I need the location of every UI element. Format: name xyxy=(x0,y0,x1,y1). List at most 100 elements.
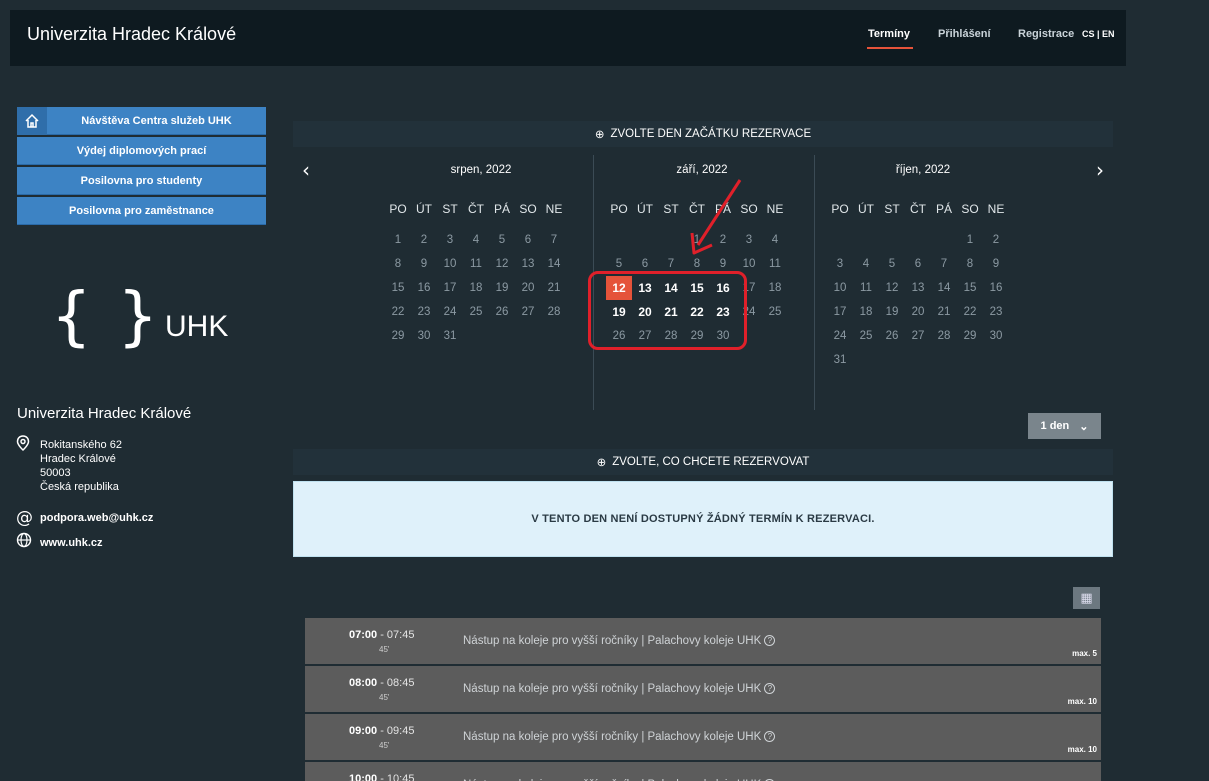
calendar-day: 1 xyxy=(966,234,974,246)
weekday-header: ST xyxy=(884,202,900,216)
slot-row[interactable]: 10:00 - 10:45Nástup na koleje pro vyšší … xyxy=(305,762,1101,781)
logo-text: UHK xyxy=(165,310,229,343)
calendar-day: 22 xyxy=(963,306,977,318)
calendar-day: 27 xyxy=(911,330,925,342)
slot-time: 07:00 - 07:45 xyxy=(349,629,415,641)
calendar-day: 6 xyxy=(914,258,922,270)
weekday-header: ÚT xyxy=(416,202,432,216)
site-brand[interactable]: Univerzita Hradec Králové xyxy=(27,24,236,45)
slot-title: Nástup na koleje pro vyšší ročníky | Pal… xyxy=(463,635,776,647)
calendar-day: 5 xyxy=(888,258,896,270)
calendar-day: 11 xyxy=(470,258,482,270)
calendar-day: 25 xyxy=(859,330,873,342)
weekday-header: NE xyxy=(987,202,1005,216)
weekday-header: ST xyxy=(442,202,458,216)
calendar-day: 7 xyxy=(940,258,948,270)
sidebar-item-vydej[interactable]: Výdej diplomových prací xyxy=(17,137,266,165)
weekday-header: PÁ xyxy=(493,202,510,216)
calendar-day: 9 xyxy=(992,258,1000,270)
help-circle-icon[interactable]: ? xyxy=(764,635,776,647)
nav-prihlaseni[interactable]: Přihlášení xyxy=(938,28,991,40)
slot-time: 10:00 - 10:45 xyxy=(349,773,415,781)
calendar-day: 2 xyxy=(992,234,1000,246)
location-pin-icon xyxy=(16,435,30,455)
globe-icon xyxy=(16,532,32,552)
arrow-circle-down-icon: ⊕ xyxy=(596,457,607,469)
calendar-day: 7 xyxy=(550,234,558,246)
calendar-day: 13 xyxy=(521,258,535,270)
calendar-day: 11 xyxy=(769,258,781,270)
home-icon[interactable] xyxy=(17,107,47,135)
calendar-day: 19 xyxy=(495,282,509,294)
slot-row[interactable]: 09:00 - 09:45 45' Nástup na koleje pro vyš… xyxy=(305,714,1101,760)
sidebar-item-navsteva[interactable]: Návštěva Centra služeb UHK xyxy=(17,107,266,135)
calendar-day: 22 xyxy=(391,306,405,318)
address: Rokitanského 62 Hradec Králové 50003 Čes… xyxy=(40,439,122,493)
slot-title: Nástup na koleje pro vyšší ročníky | Pal… xyxy=(463,683,776,695)
calendar-day: 29 xyxy=(963,330,977,342)
calendar-day: 19 xyxy=(885,306,899,318)
month-title-aug: srpen, 2022 xyxy=(450,164,512,176)
help-circle-icon[interactable]: ? xyxy=(764,683,776,695)
calendar-day: 14 xyxy=(937,282,951,294)
slot-duration: 45' xyxy=(379,645,390,654)
calendar-day: 21 xyxy=(547,282,561,294)
calendar-day: 14 xyxy=(547,258,561,270)
calendar-day: 4 xyxy=(771,234,779,246)
calendar-day: 11 xyxy=(860,282,872,294)
calendar-day: 3 xyxy=(446,234,454,246)
calendar-day: 10 xyxy=(833,282,847,294)
calendar-day: 25 xyxy=(768,306,782,318)
sidebar-item-posilovna-zamestnanci[interactable]: Posilovna pro zaměstnance xyxy=(17,197,266,225)
calendar-day: 15 xyxy=(963,282,977,294)
arrow-circle-down-icon: ⊕ xyxy=(594,129,605,141)
calendar-day: 6 xyxy=(524,234,532,246)
help-circle-icon[interactable]: ? xyxy=(764,731,776,743)
nav-registrace[interactable]: Registrace xyxy=(1018,28,1074,40)
calendar-day: 26 xyxy=(885,330,899,342)
slot-duration: 45' xyxy=(379,693,390,702)
slot-time: 08:00 - 08:45 xyxy=(349,677,415,689)
calendar-day: 29 xyxy=(391,330,405,342)
weekday-header: NE xyxy=(766,202,784,216)
calendar-day: 17 xyxy=(443,282,457,294)
annotation-highlight-box xyxy=(588,271,747,350)
calendar-day: 17 xyxy=(833,306,847,318)
annotation-arrow-icon xyxy=(690,179,742,255)
slot-row[interactable]: 08:00 - 08:45 45' Nástup na koleje pro vyš… xyxy=(305,666,1101,712)
next-month-arrow[interactable]: › xyxy=(1096,158,1104,182)
slot-row[interactable]: 07:00 - 07:45 45' Nástup na koleje pro vyš… xyxy=(305,618,1101,664)
slot-title: Nástup na koleje pro vyšší ročníky | Pal… xyxy=(463,731,776,743)
calendar-day: 28 xyxy=(547,306,561,318)
calendar-day: 23 xyxy=(989,306,1003,318)
prev-month-arrow[interactable]: ‹ xyxy=(302,158,310,182)
calendar-day: 13 xyxy=(911,282,925,294)
calendar-day: 16 xyxy=(989,282,1003,294)
calendar-day: 12 xyxy=(495,258,509,270)
reservation-heading: ⊕ ZVOLTE, CO CHCETE REZERVOVAT xyxy=(293,449,1113,475)
calendar-day: 10 xyxy=(443,258,457,270)
calendar-day: 20 xyxy=(911,306,925,318)
calendar-day: 28 xyxy=(937,330,951,342)
month-divider xyxy=(814,155,815,410)
calendar-day: 4 xyxy=(862,258,870,270)
weekday-header: NE xyxy=(545,202,563,216)
calendar-day: 18 xyxy=(859,306,873,318)
calendar-day: 15 xyxy=(391,282,405,294)
duration-select[interactable]: 1 den ⌄ xyxy=(1028,413,1101,439)
email-link[interactable]: podpora.web@uhk.cz xyxy=(40,512,153,524)
slot-capacity: max. 5 xyxy=(1072,649,1097,658)
calendar-day: 8 xyxy=(966,258,974,270)
chevron-down-icon: ⌄ xyxy=(1079,420,1089,433)
sidebar-item-posilovna-studenti[interactable]: Posilovna pro studenty xyxy=(17,167,266,195)
calendar-day: 30 xyxy=(417,330,431,342)
at-icon: @ xyxy=(16,508,33,528)
web-link[interactable]: www.uhk.cz xyxy=(40,537,103,549)
calendar-day: 18 xyxy=(469,282,483,294)
calendar-day: 25 xyxy=(469,306,483,318)
nav-terminy[interactable]: Termíny xyxy=(868,28,910,40)
language-switch[interactable]: CS | EN xyxy=(1082,29,1115,39)
calendar-day: 8 xyxy=(394,258,402,270)
grid-view-icon[interactable]: ▦ xyxy=(1073,587,1100,609)
calendar-day: 23 xyxy=(417,306,431,318)
